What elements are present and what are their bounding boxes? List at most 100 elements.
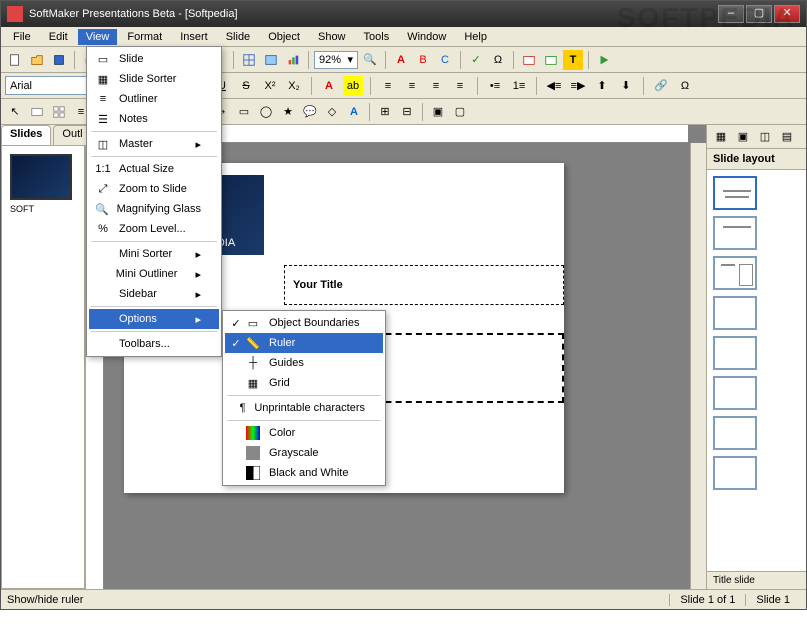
symbol-button[interactable]: Ω: [675, 76, 695, 96]
view-options[interactable]: Options▸: [89, 309, 219, 329]
select-tool[interactable]: ↖: [5, 102, 25, 122]
group-button[interactable]: ⊞: [375, 102, 395, 122]
menu-file[interactable]: File: [5, 29, 39, 45]
view-slide-button[interactable]: [27, 102, 47, 122]
autoshape-tool[interactable]: ◇: [322, 102, 342, 122]
slide-thumbnail-1[interactable]: [10, 154, 72, 200]
view-outliner[interactable]: ≡Outliner: [89, 89, 219, 109]
ungroup-button[interactable]: ⊟: [397, 102, 417, 122]
highlight-button[interactable]: ab: [343, 76, 363, 96]
align-left-button[interactable]: ≡: [378, 76, 398, 96]
opt-grid[interactable]: ▦Grid: [225, 373, 383, 393]
picture-button[interactable]: [261, 50, 281, 70]
spellcheck-button[interactable]: ✓: [466, 50, 486, 70]
view-toolbars[interactable]: Toolbars...: [89, 334, 219, 354]
opt-guides[interactable]: ┼Guides: [225, 353, 383, 373]
menu-edit[interactable]: Edit: [41, 29, 76, 45]
layout-title-slide[interactable]: [713, 176, 757, 210]
text-b-button[interactable]: B: [413, 50, 433, 70]
opt-ruler[interactable]: ✓📏Ruler: [225, 333, 383, 353]
view-master[interactable]: ◫Master▸: [89, 134, 219, 154]
star-tool[interactable]: ★: [278, 102, 298, 122]
tab-slides[interactable]: Slides: [1, 125, 51, 145]
text-a-button[interactable]: A: [391, 50, 411, 70]
vertical-scrollbar[interactable]: [690, 143, 706, 589]
sidebar-tool-3[interactable]: ◫: [755, 127, 775, 147]
text-c-button[interactable]: C: [435, 50, 455, 70]
zoom-select[interactable]: 92%▾: [314, 51, 358, 69]
sidebar-tool-4[interactable]: ▤: [777, 127, 797, 147]
view-sorter-button[interactable]: [49, 102, 69, 122]
menu-object[interactable]: Object: [260, 29, 308, 45]
send-back-button[interactable]: ▢: [450, 102, 470, 122]
layout-7[interactable]: [713, 416, 757, 450]
slide-template-button[interactable]: T: [563, 50, 583, 70]
view-slide[interactable]: ▭Slide: [89, 49, 219, 69]
view-magnifying-glass[interactable]: 🔍Magnifying Glass: [89, 199, 219, 219]
opt-color[interactable]: Color: [225, 423, 383, 443]
new-button[interactable]: [5, 50, 25, 70]
demote-button[interactable]: ⬇: [616, 76, 636, 96]
super-button[interactable]: X²: [260, 76, 280, 96]
layout-content[interactable]: [713, 256, 757, 290]
opt-unprintable[interactable]: ¶Unprintable characters: [225, 398, 383, 418]
menu-view[interactable]: View: [78, 29, 118, 45]
maximize-button[interactable]: ▢: [746, 5, 772, 23]
menu-insert[interactable]: Insert: [172, 29, 216, 45]
view-notes[interactable]: ☰Notes: [89, 109, 219, 129]
rect-tool[interactable]: ▭: [234, 102, 254, 122]
layout-8[interactable]: [713, 456, 757, 490]
font-color-button[interactable]: A: [319, 76, 339, 96]
align-center-button[interactable]: ≡: [402, 76, 422, 96]
view-slide-sorter[interactable]: ▦Slide Sorter: [89, 69, 219, 89]
table-button[interactable]: [239, 50, 259, 70]
open-button[interactable]: [27, 50, 47, 70]
view-mini-sorter[interactable]: Mini Sorter▸: [89, 244, 219, 264]
view-sidebar[interactable]: Sidebar▸: [89, 284, 219, 304]
view-mini-outliner[interactable]: Mini Outliner▸: [89, 264, 219, 284]
zoom-icon[interactable]: 🔍: [360, 50, 380, 70]
menu-format[interactable]: Format: [119, 29, 170, 45]
sidebar-tool-1[interactable]: ▦: [711, 127, 731, 147]
numbering-button[interactable]: 1≡: [509, 76, 529, 96]
menu-help[interactable]: Help: [456, 29, 495, 45]
outdent-button[interactable]: ◀≡: [544, 76, 564, 96]
menu-show[interactable]: Show: [310, 29, 354, 45]
slide-title-placeholder[interactable]: Your Title: [284, 265, 564, 305]
align-right-button[interactable]: ≡: [426, 76, 446, 96]
bring-front-button[interactable]: ▣: [428, 102, 448, 122]
align-justify-button[interactable]: ≡: [450, 76, 470, 96]
play-button[interactable]: [594, 50, 614, 70]
minimize-button[interactable]: –: [718, 5, 744, 23]
slide-show-button[interactable]: [541, 50, 561, 70]
chart-button[interactable]: [283, 50, 303, 70]
menu-window[interactable]: Window: [399, 29, 454, 45]
sub-button[interactable]: X₂: [284, 76, 304, 96]
view-zoom-to-slide[interactable]: ⤢Zoom to Slide: [89, 179, 219, 199]
indent-button[interactable]: ≡▶: [568, 76, 588, 96]
opt-black-white[interactable]: Black and White: [225, 463, 383, 483]
ellipse-tool[interactable]: ◯: [256, 102, 276, 122]
slide-icon: ▭: [93, 50, 113, 68]
promote-button[interactable]: ⬆: [592, 76, 612, 96]
textart-tool[interactable]: A: [344, 102, 364, 122]
layout-title-only[interactable]: [713, 216, 757, 250]
callout-tool[interactable]: 💬: [300, 102, 320, 122]
opt-object-boundaries[interactable]: ✓▭Object Boundaries: [225, 313, 383, 333]
layout-two-content[interactable]: [713, 296, 757, 330]
menu-slide[interactable]: Slide: [218, 29, 258, 45]
opt-grayscale[interactable]: Grayscale: [225, 443, 383, 463]
bullets-button[interactable]: •≡: [485, 76, 505, 96]
layout-6[interactable]: [713, 376, 757, 410]
special-char-button[interactable]: Ω: [488, 50, 508, 70]
strike-button[interactable]: S: [236, 76, 256, 96]
view-zoom-level[interactable]: %Zoom Level...: [89, 219, 219, 239]
menu-tools[interactable]: Tools: [356, 29, 398, 45]
link-button[interactable]: 🔗: [651, 76, 671, 96]
sidebar-tool-2[interactable]: ▣: [733, 127, 753, 147]
view-actual-size[interactable]: 1:1Actual Size: [89, 159, 219, 179]
slide-new-button[interactable]: [519, 50, 539, 70]
close-button[interactable]: ✕: [774, 5, 800, 23]
save-button[interactable]: [49, 50, 69, 70]
layout-blank[interactable]: [713, 336, 757, 370]
